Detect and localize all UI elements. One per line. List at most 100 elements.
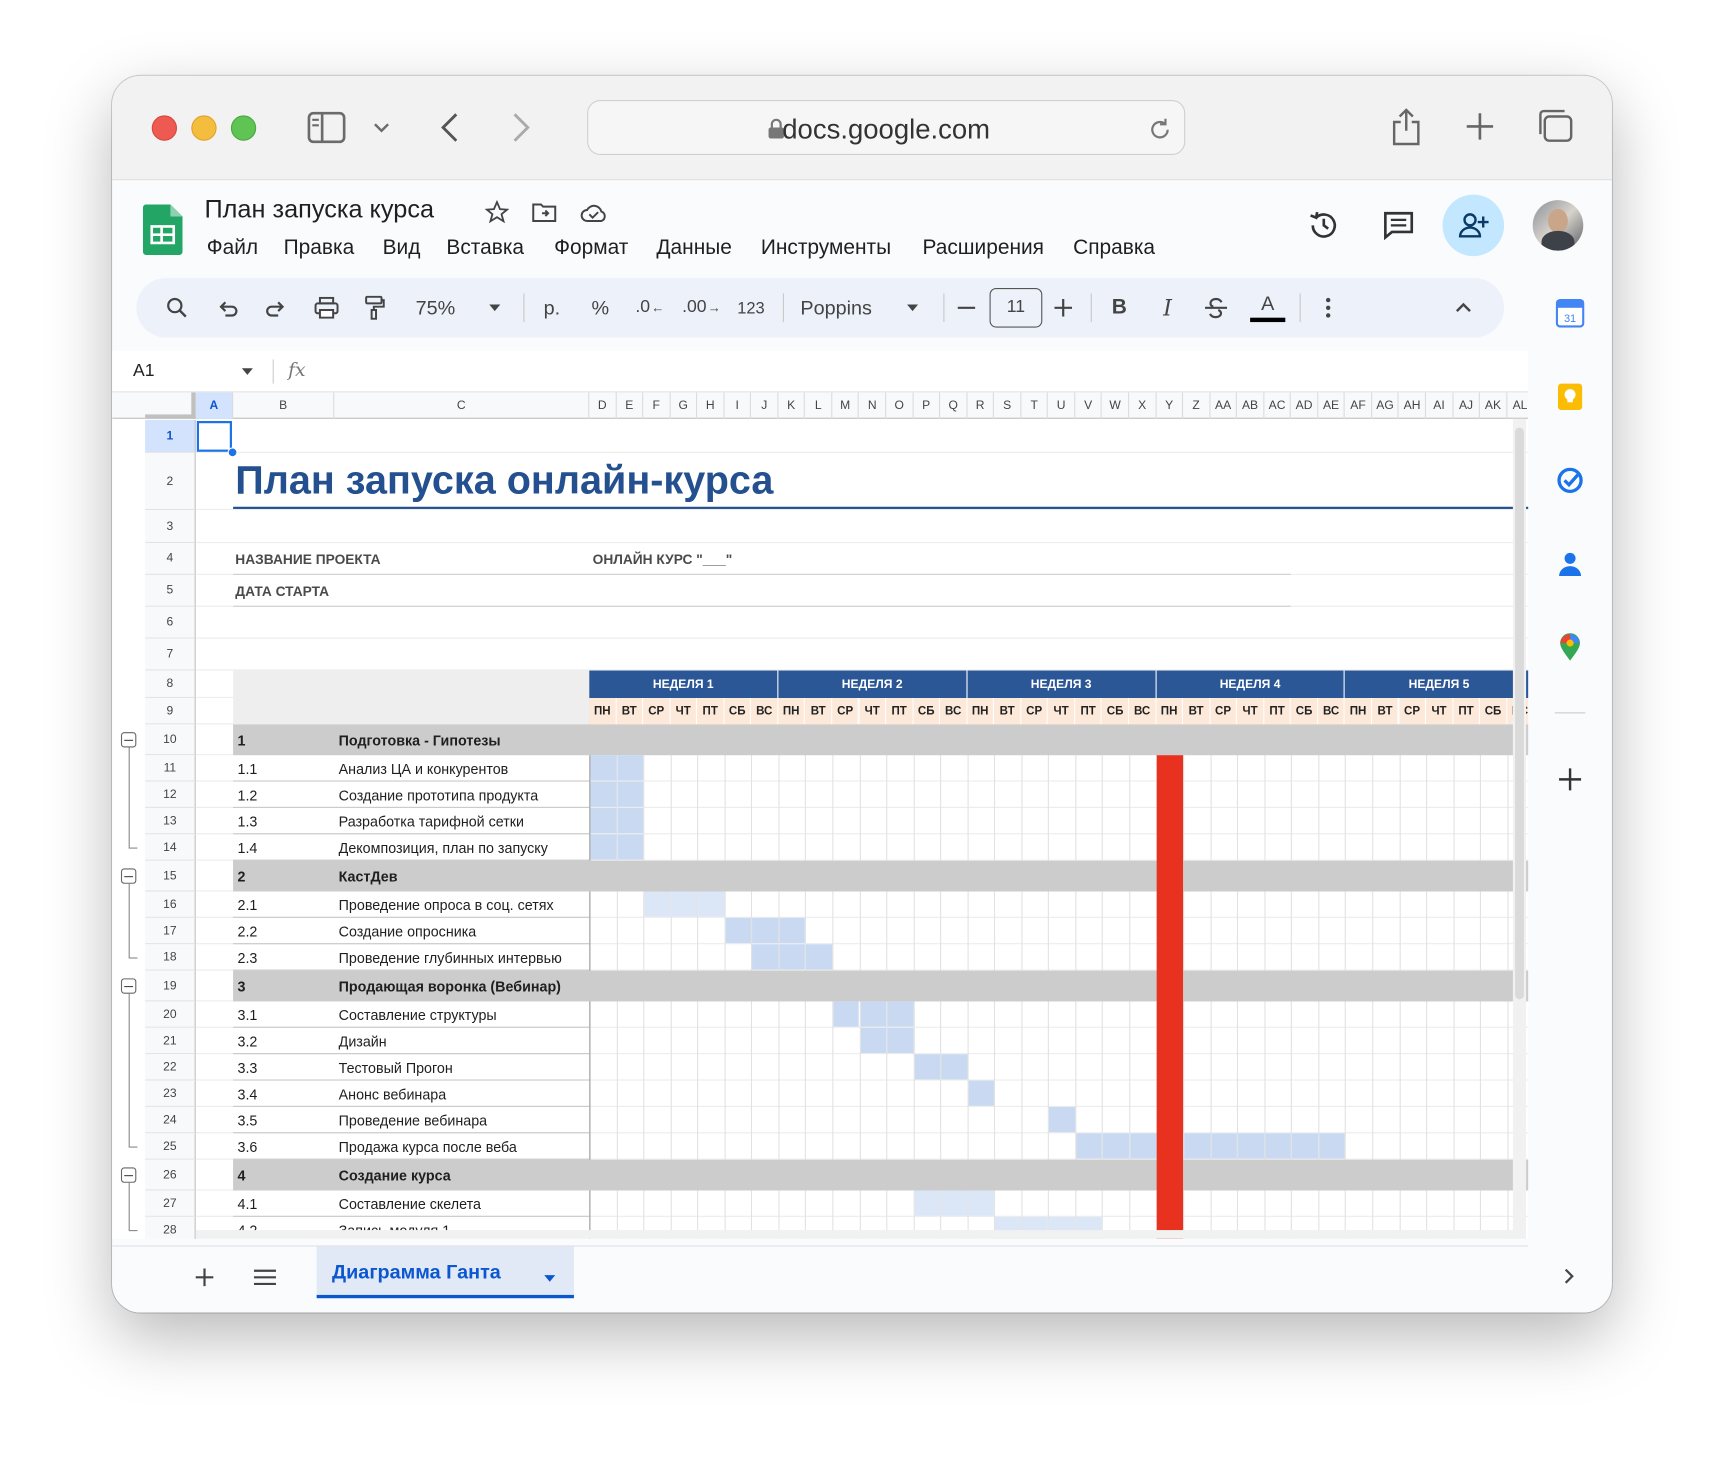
name-box-dropdown-icon[interactable] — [240, 366, 255, 377]
name-box[interactable]: A1 — [133, 362, 155, 382]
row-header[interactable]: 13 — [145, 807, 196, 835]
column-header[interactable]: T — [1021, 392, 1049, 419]
row-header[interactable]: 12 — [145, 781, 196, 808]
italic-button[interactable]: I — [1152, 278, 1183, 337]
column-header[interactable]: F — [643, 392, 671, 419]
row-header[interactable]: 3 — [145, 510, 196, 544]
row-header[interactable]: 19 — [145, 970, 196, 1002]
zoom-value[interactable]: 75% — [411, 278, 459, 337]
search-menus-icon[interactable] — [161, 278, 194, 337]
column-header[interactable]: V — [1075, 392, 1103, 419]
bold-button[interactable]: B — [1104, 278, 1135, 337]
minimize-window-button[interactable] — [191, 115, 217, 141]
row-header[interactable]: 22 — [145, 1054, 196, 1081]
paint-format-icon[interactable] — [358, 278, 391, 337]
row-header[interactable]: 28 — [145, 1216, 196, 1239]
formula-input[interactable] — [321, 351, 1519, 392]
row-header[interactable]: 14 — [145, 834, 196, 861]
chevron-down-icon[interactable] — [369, 118, 393, 138]
strikethrough-icon[interactable] — [1201, 278, 1232, 337]
column-header[interactable]: Q — [940, 392, 968, 419]
row-header[interactable]: 18 — [145, 944, 196, 971]
currency-format-button[interactable]: р. — [537, 278, 568, 337]
column-header[interactable]: P — [913, 392, 941, 419]
all-sheets-icon[interactable] — [251, 1264, 280, 1290]
column-header[interactable]: AD — [1291, 392, 1319, 419]
column-header[interactable]: E — [616, 392, 644, 419]
column-header[interactable]: H — [697, 392, 725, 419]
print-icon[interactable] — [310, 278, 343, 337]
add-sheet-icon[interactable] — [191, 1264, 217, 1290]
column-header[interactable]: B — [233, 392, 335, 419]
maximize-window-button[interactable] — [230, 115, 257, 141]
increase-font-size-icon[interactable] — [1049, 278, 1078, 337]
column-header[interactable]: G — [670, 392, 698, 419]
row-header[interactable]: 27 — [145, 1190, 196, 1217]
column-header[interactable]: W — [1102, 392, 1130, 419]
close-window-button[interactable] — [151, 115, 178, 141]
text-color-button[interactable]: A — [1249, 278, 1286, 337]
doc-title[interactable]: План запуска курса — [205, 195, 435, 225]
star-icon[interactable] — [484, 199, 510, 225]
percent-format-button[interactable]: % — [585, 278, 616, 337]
row-header[interactable]: 2 — [145, 452, 196, 511]
reload-icon[interactable] — [1147, 117, 1173, 143]
zoom-dropdown-icon[interactable] — [484, 278, 506, 337]
column-header[interactable]: AB — [1237, 392, 1265, 419]
column-header[interactable]: AJ — [1453, 392, 1481, 419]
menu-item-6[interactable]: Данные — [656, 236, 731, 260]
row-header[interactable]: 10 — [145, 724, 196, 756]
tab-overview-icon[interactable] — [1535, 107, 1575, 147]
forward-icon[interactable] — [505, 109, 538, 146]
column-header[interactable]: K — [778, 392, 806, 419]
row-header[interactable]: 7 — [145, 638, 196, 671]
row-header[interactable]: 17 — [145, 917, 196, 945]
column-header[interactable]: C — [334, 392, 590, 419]
column-header[interactable]: M — [832, 392, 860, 419]
menu-item-2[interactable]: Правка — [284, 236, 355, 260]
cloud-saved-icon[interactable] — [578, 199, 609, 225]
row-header[interactable]: 9 — [145, 698, 196, 725]
row-header[interactable]: 5 — [145, 574, 196, 607]
column-header[interactable]: I — [724, 392, 752, 419]
sidebar-toggle-icon[interactable] — [306, 109, 348, 146]
new-tab-icon[interactable] — [1462, 109, 1497, 144]
column-header[interactable]: AL — [1507, 392, 1528, 418]
selected-cell-a1[interactable] — [196, 421, 232, 452]
address-bar[interactable]: docs.google.com — [587, 100, 1186, 155]
row-header[interactable]: 24 — [145, 1106, 196, 1134]
column-header[interactable]: AG — [1372, 392, 1400, 419]
keep-icon[interactable] — [1555, 381, 1586, 412]
decrease-decimal-button[interactable]: .0 ← — [631, 278, 668, 337]
column-header[interactable]: L — [805, 392, 833, 419]
font-family-select[interactable]: Poppins — [800, 278, 888, 337]
column-header[interactable]: J — [751, 392, 779, 419]
vertical-scrollbar[interactable] — [1512, 418, 1527, 1239]
column-header[interactable]: X — [1129, 392, 1157, 419]
row-header[interactable]: 23 — [145, 1080, 196, 1107]
font-dropdown-icon[interactable] — [902, 278, 924, 337]
menu-item-5[interactable]: Формат — [554, 236, 628, 260]
sheets-logo-icon[interactable] — [141, 203, 185, 256]
column-header[interactable]: U — [1048, 392, 1076, 419]
font-size-input[interactable]: 11 — [989, 288, 1043, 328]
select-all-corner[interactable] — [145, 392, 196, 419]
column-header[interactable]: AE — [1318, 392, 1346, 419]
row-header[interactable]: 11 — [145, 755, 196, 782]
column-header[interactable]: O — [886, 392, 914, 419]
back-icon[interactable] — [433, 109, 466, 146]
column-header[interactable]: A — [195, 392, 234, 419]
column-header[interactable]: AF — [1345, 392, 1373, 419]
row-header[interactable]: 25 — [145, 1133, 196, 1160]
row-header[interactable]: 8 — [145, 670, 196, 699]
menu-item-3[interactable]: Вид — [383, 236, 421, 260]
horizontal-scrollbar[interactable] — [195, 1230, 1513, 1239]
increase-decimal-button[interactable]: .00 → — [679, 278, 723, 337]
column-header[interactable]: AC — [1264, 392, 1292, 419]
share-button[interactable] — [1442, 194, 1505, 257]
collapse-toolbar-icon[interactable] — [1449, 278, 1478, 337]
sheet-tab-menu-icon[interactable] — [543, 1269, 556, 1289]
row-header[interactable]: 6 — [145, 606, 196, 639]
comments-icon[interactable] — [1379, 206, 1419, 246]
row-header[interactable]: 1 — [145, 419, 196, 453]
